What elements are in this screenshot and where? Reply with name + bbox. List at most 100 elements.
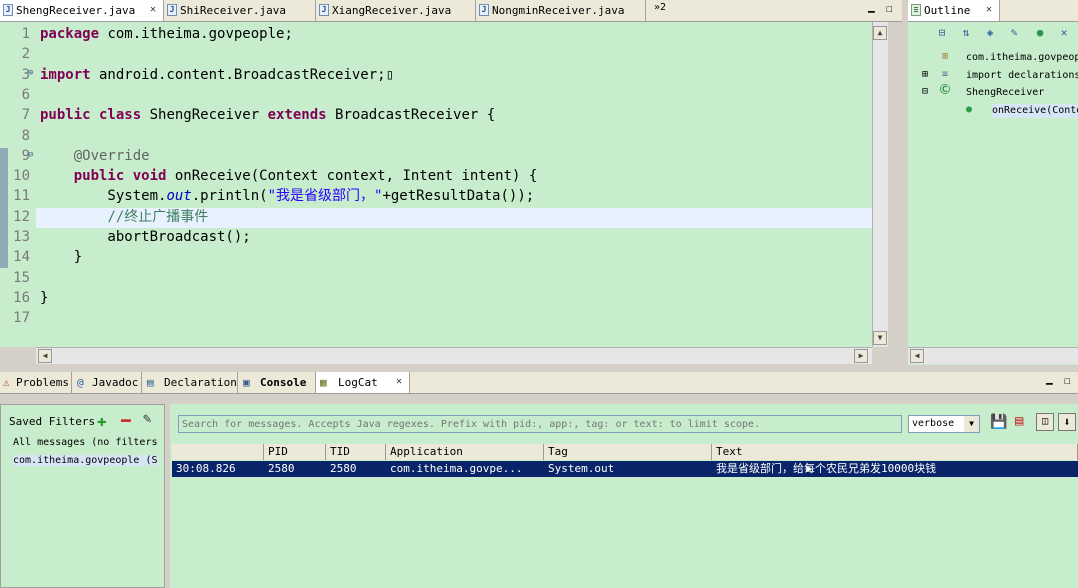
line-number: 17 (13, 310, 30, 327)
line-number: 1 (21, 26, 30, 42)
search-input[interactable] (178, 415, 902, 433)
outline-item-class[interactable]: ShengReceiver (966, 86, 1044, 100)
expand-icon[interactable]: ⊞ (922, 68, 928, 82)
logcat-main: verbose ▼ 💾 ▤ ◫ ⬇ PID TID Application Ta… (170, 404, 1078, 588)
code-line: @Override (73, 147, 150, 164)
line-number: 6 (21, 86, 30, 103)
tab-overflow-button[interactable]: »2 (654, 2, 666, 13)
scroll-right-button[interactable]: ▶ (854, 349, 868, 363)
level-select[interactable]: verbose ▼ (908, 415, 980, 433)
line-number: 3 (21, 66, 30, 83)
cell-tid: 2580 (330, 462, 357, 475)
col-application-header[interactable]: Application (386, 444, 544, 460)
tab-javadoc[interactable]: @ Javadoc (72, 372, 142, 393)
line-number: 13 (13, 229, 30, 245)
close-icon[interactable]: ✕ (396, 377, 405, 387)
saved-filters-label: Saved Filters (9, 415, 96, 428)
saved-filters-panel: Saved Filters ✚ ━ ✎ All messages (no fil… (0, 404, 165, 588)
hide-fields-icon[interactable]: ◈ (982, 25, 998, 41)
code-line: System.out.println("我是省级部门，"+getResultDa… (40, 188, 535, 205)
tab-logcat[interactable]: ▦ LogCat ✕ (316, 372, 410, 393)
code-line: } (40, 249, 83, 266)
edit-filter-icon[interactable]: ✎ (143, 411, 151, 427)
scroll-left-button[interactable]: ◀ (38, 349, 52, 363)
collapse-all-icon[interactable]: ⊟ (934, 25, 950, 41)
tab-label: Problems (16, 376, 69, 389)
col-pid-header[interactable]: PID (264, 444, 326, 460)
scroll-down-button[interactable]: ▼ (873, 331, 887, 345)
code-editor[interactable]: 1 package com.itheima.govpeople; 2 3 import … (0, 22, 888, 364)
outline-item-package[interactable]: com.itheima.govpeople (966, 51, 1078, 65)
tab-declaration[interactable]: ▤ Declaration (142, 372, 238, 393)
java-file-icon: J (3, 4, 13, 16)
code-line: public void onReceive(Context context, I… (73, 168, 538, 185)
maximize-icon[interactable]: ☐ (1064, 374, 1071, 387)
filter-list: All messages (no filters com.itheima.gov… (9, 433, 164, 587)
toggle-panel-icon[interactable]: ◫ (1036, 413, 1054, 431)
scroll-left-button[interactable]: ◀ (910, 349, 924, 363)
code-line: public class ShengReceiver extends Broad… (40, 107, 496, 124)
cell-application: com.itheima.govpe... (390, 462, 523, 475)
save-icon[interactable]: 💾 (990, 414, 1007, 430)
minimize-icon[interactable]: ▁ (868, 0, 875, 13)
editor-horizontal-scrollbar[interactable]: ◀ ▶ (36, 347, 872, 364)
filter-item-app[interactable]: com.itheima.govpeople (S (13, 455, 158, 466)
close-icon[interactable]: ✕ (150, 5, 159, 15)
col-time-header[interactable] (172, 444, 264, 460)
tab-sheng-receiver[interactable]: J ShengReceiver.java ✕ (0, 0, 164, 21)
add-filter-icon[interactable]: ✚ (97, 411, 107, 430)
col-tid-header[interactable]: TID (326, 444, 386, 460)
hide-static-icon[interactable]: ✎ (1006, 25, 1022, 41)
close-icon[interactable]: ✕ (986, 5, 995, 15)
tab-shi-receiver[interactable]: J ShiReceiver.java (164, 0, 316, 21)
tab-label: LogCat (338, 376, 378, 389)
hide-local-types-icon[interactable]: ✕ (1056, 25, 1072, 41)
outline-item-method[interactable]: onReceive(Context (992, 104, 1078, 118)
line-number: 2 (21, 46, 30, 63)
editor-vertical-scrollbar[interactable]: ▲ ▼ (872, 22, 888, 347)
scroll-lock-icon[interactable]: ⬇ (1058, 413, 1076, 431)
sort-icon[interactable]: ⇅ (958, 25, 974, 41)
outline-panel: ⊟ ⇅ ◈ ✎ ● ✕ ⊞ com.itheima.govpeople ⊞ ≡ … (908, 22, 1078, 365)
scroll-up-button[interactable]: ▲ (873, 26, 887, 40)
tab-label: Outline (924, 4, 971, 17)
outline-horizontal-scrollbar[interactable]: ◀ (908, 347, 1078, 364)
fold-collapse-icon[interactable]: ⊖ (28, 150, 33, 160)
col-tag-header[interactable]: Tag (544, 444, 712, 460)
outline-icon: ≡ (911, 4, 921, 16)
minimize-icon[interactable]: ▁ (1046, 372, 1053, 385)
tab-nongmin-receiver[interactable]: J NongminReceiver.java (476, 0, 646, 21)
tab-console[interactable]: ▣ Console (238, 372, 316, 393)
log-table-header: PID TID Application Tag Text (170, 444, 1078, 460)
tab-label: Declaration (164, 376, 237, 389)
filter-item-all[interactable]: All messages (no filters (13, 437, 158, 448)
table-row[interactable]: 30:08.826 2580 2580 com.itheima.govpe...… (172, 461, 1078, 477)
class-icon: Ⓒ (940, 85, 950, 96)
package-icon: ⊞ (942, 51, 949, 62)
tab-xiang-receiver[interactable]: J XiangReceiver.java (316, 0, 476, 21)
editor-tab-strip: J ShengReceiver.java ✕ J ShiReceiver.jav… (0, 0, 902, 22)
collapse-icon[interactable]: ⊟ (922, 85, 928, 99)
outline-item-imports[interactable]: import declarations (966, 69, 1078, 83)
console-icon: ▣ (243, 376, 250, 389)
chevron-down-icon: ▼ (964, 416, 979, 432)
line-number: 11 (13, 188, 30, 205)
level-select-value: verbose (912, 418, 955, 429)
code-line: abortBroadcast(); (40, 229, 251, 245)
java-file-icon: J (479, 4, 489, 16)
tab-outline[interactable]: ≡ Outline ✕ (908, 0, 1000, 21)
code-line: import android.content.BroadcastReceiver… (40, 66, 395, 83)
tab-label: Console (260, 376, 307, 389)
remove-filter-icon[interactable]: ━ (121, 411, 131, 430)
tab-problems[interactable]: ⚠ Problems (0, 372, 72, 393)
code-line: } (40, 289, 49, 306)
line-number: 7 (21, 107, 30, 124)
bottom-tab-strip: ⚠ Problems @ Javadoc ▤ Declaration ▣ Con… (0, 372, 1078, 394)
maximize-icon[interactable]: ☐ (886, 2, 893, 15)
hide-nonpublic-icon[interactable]: ● (1032, 25, 1048, 41)
clear-log-icon[interactable]: ▤ (1015, 413, 1023, 429)
col-text-header[interactable]: Text (712, 444, 1078, 460)
problems-icon: ⚠ (3, 376, 10, 389)
outline-tab-strip: ≡ Outline ✕ (908, 0, 1078, 22)
fold-expand-icon[interactable]: ⊕ (28, 68, 33, 78)
